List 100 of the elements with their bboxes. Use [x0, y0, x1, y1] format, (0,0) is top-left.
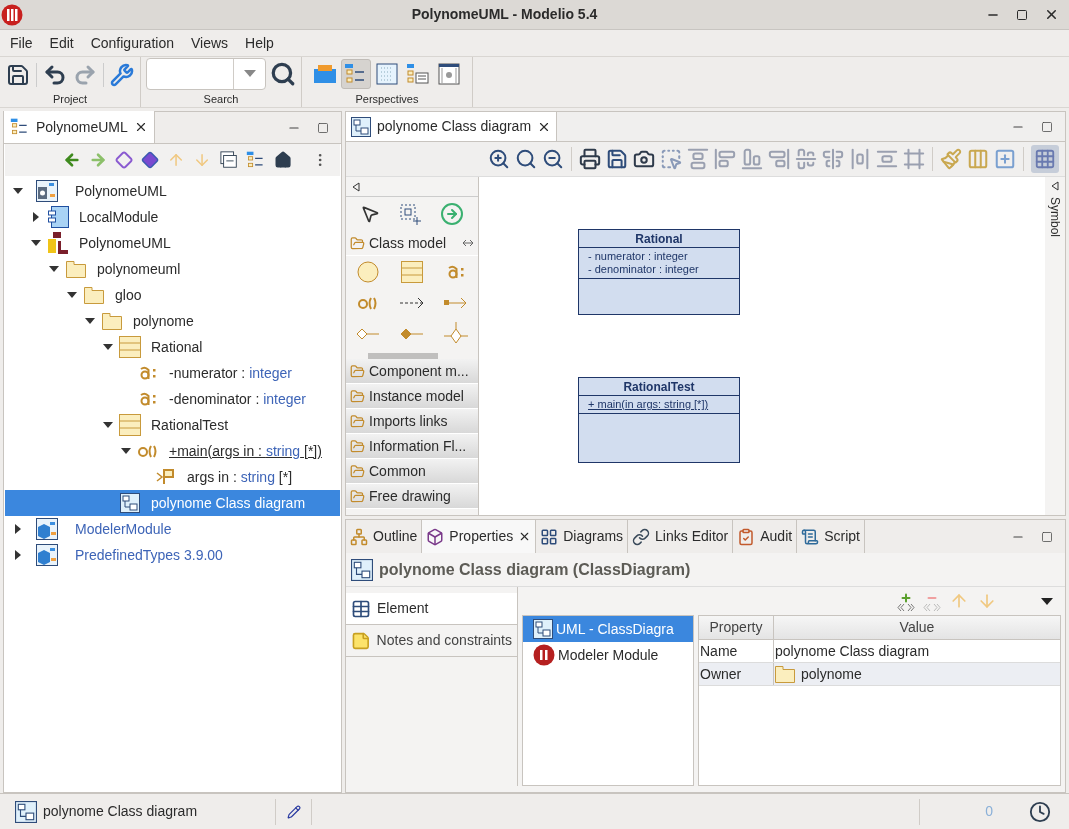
expanded-caret-icon[interactable]: [13, 186, 23, 196]
explorer-tab[interactable]: PolynomeUML: [4, 111, 155, 143]
tab-label: polynome Class diagram: [377, 117, 532, 136]
align-right-icon[interactable]: [768, 148, 790, 170]
diamond-icon[interactable]: [141, 150, 160, 170]
printer-icon[interactable]: [579, 148, 601, 170]
panel-tab[interactable]: Script: [797, 520, 865, 553]
tree-item[interactable]: -denominator : integer: [5, 386, 340, 412]
panel-tab[interactable]: Properties: [422, 520, 537, 553]
table-cell: Owner: [699, 663, 774, 685]
dropdown-caret-icon[interactable]: [1041, 597, 1053, 605]
tree-icon[interactable]: [245, 150, 266, 170]
expanded-caret-icon[interactable]: [31, 238, 41, 248]
align-middle-icon[interactable]: [795, 148, 817, 170]
save-icon[interactable]: [6, 62, 30, 87]
zoom-out-icon[interactable]: [542, 148, 564, 170]
add-square-icon[interactable]: [994, 148, 1016, 170]
menu-item[interactable]: File: [10, 32, 33, 54]
expanded-caret-icon[interactable]: [67, 290, 77, 300]
tree-item[interactable]: PredefinedTypes 3.9.00: [5, 542, 340, 568]
expanded-caret-icon[interactable]: [103, 420, 113, 430]
selection-icon[interactable]: [660, 148, 682, 170]
align-top-icon[interactable]: [687, 148, 709, 170]
pencil-icon[interactable]: [286, 804, 301, 819]
double-arrow-icon[interactable]: [462, 239, 474, 247]
collapsed-caret-icon[interactable]: [31, 212, 41, 222]
facet-item[interactable]: UML - ClassDiagra: [523, 616, 693, 642]
menu-item[interactable]: Views: [190, 32, 229, 54]
maximize-icon[interactable]: [1041, 120, 1053, 133]
distribute-horizontal-icon[interactable]: [849, 148, 871, 170]
align-center-icon[interactable]: [822, 148, 844, 170]
tree-item[interactable]: polynome Class diagram: [5, 490, 340, 516]
circle-tool-icon[interactable]: [357, 260, 379, 283]
palette-group-header[interactable]: Free drawing: [346, 484, 478, 509]
collapse-caret-icon[interactable]: [352, 181, 360, 192]
tree-item[interactable]: LocalModule: [5, 204, 340, 230]
tree-item[interactable]: +main(args in : string [*]): [5, 438, 340, 464]
wrench-icon[interactable]: [110, 62, 134, 87]
class-node[interactable]: RationalTest + main(in args: string [*]): [578, 377, 740, 463]
zoom-in-icon[interactable]: [488, 148, 510, 170]
tree-item[interactable]: -numerator : integer: [5, 360, 340, 386]
expanded-caret-icon[interactable]: [121, 446, 131, 456]
palette-group-header[interactable]: Common: [346, 459, 478, 484]
align-left-icon[interactable]: [714, 148, 736, 170]
menu-item[interactable]: Configuration: [90, 32, 174, 54]
aggregation-icon[interactable]: [356, 326, 380, 341]
menu-item[interactable]: Help: [245, 32, 274, 54]
collapsed-caret-icon[interactable]: [13, 550, 23, 560]
save-icon[interactable]: [606, 148, 628, 170]
palette-group-header[interactable]: Instance model: [346, 384, 478, 409]
home-icon[interactable]: [273, 150, 292, 170]
tree-item[interactable]: PolynomeUML: [5, 178, 340, 204]
dashed-arrow-icon[interactable]: [399, 296, 425, 309]
menu-item[interactable]: Edit: [49, 32, 74, 54]
facet-item[interactable]: Modeler Module: [523, 642, 693, 668]
camera-icon[interactable]: [633, 148, 655, 170]
perspective-tree-button[interactable]: [341, 58, 371, 89]
panel-tab[interactable]: Links Editor: [628, 520, 734, 553]
class-node[interactable]: Rational - numerator : integer - denominator : integer: [578, 229, 740, 315]
tree-item[interactable]: RationalTest: [5, 412, 340, 438]
palette-group-header[interactable]: Information Fl...: [346, 434, 478, 459]
pointer-icon[interactable]: [359, 204, 380, 224]
module-icon: [36, 544, 58, 566]
maximize-icon[interactable]: [1016, 8, 1028, 21]
panel-tab[interactable]: Diagrams: [536, 520, 629, 553]
add-stereotype-icon[interactable]: [897, 591, 915, 611]
tree-item[interactable]: Rational: [5, 334, 340, 360]
align-bottom-icon[interactable]: [741, 148, 763, 170]
tree-item-label: -denominator : integer: [169, 389, 306, 409]
palette-group-header[interactable]: Component m...: [346, 359, 478, 384]
expanded-caret-icon[interactable]: [49, 264, 59, 274]
grid-toggle-button[interactable]: [1031, 145, 1059, 173]
collapsed-caret-icon[interactable]: [13, 524, 23, 534]
tree-item[interactable]: polynome: [5, 308, 340, 334]
magnifier-icon[interactable]: [515, 148, 537, 170]
tree-item[interactable]: ModelerModule: [5, 516, 340, 542]
frame-icon[interactable]: [903, 148, 925, 170]
tree-item[interactable]: gloo: [5, 282, 340, 308]
tree-item[interactable]: polynomeuml: [5, 256, 340, 282]
class-icon: [119, 336, 141, 358]
square-arrow-icon[interactable]: [444, 296, 468, 309]
editor-tab[interactable]: polynome Class diagram: [346, 112, 558, 141]
clock-icon[interactable]: [1029, 800, 1051, 823]
expanded-caret-icon[interactable]: [103, 342, 113, 352]
collapse-all-icon[interactable]: [219, 150, 238, 170]
properties-header: polynome Class diagram (ClassDiagram): [379, 559, 691, 580]
search-icon[interactable]: [270, 60, 296, 87]
distribute-vertical-icon[interactable]: [876, 148, 898, 170]
section-tab[interactable]: Element: [346, 593, 517, 625]
composition-icon[interactable]: [400, 326, 424, 341]
symbol-side-panel[interactable]: Symbol: [1045, 177, 1065, 515]
diamond-outline-icon[interactable]: [115, 150, 134, 170]
tree-item[interactable]: args in : string [*]: [5, 464, 340, 490]
panel-tab[interactable]: Audit: [733, 520, 798, 553]
arrow-circle-icon[interactable]: [440, 202, 465, 226]
close-icon[interactable]: [1044, 7, 1059, 22]
marquee-select-icon[interactable]: [399, 203, 421, 225]
expanded-caret-icon[interactable]: [85, 316, 95, 326]
tree-item[interactable]: PolynomeUML: [5, 230, 340, 256]
palette-group-header[interactable]: Imports links: [346, 409, 478, 434]
